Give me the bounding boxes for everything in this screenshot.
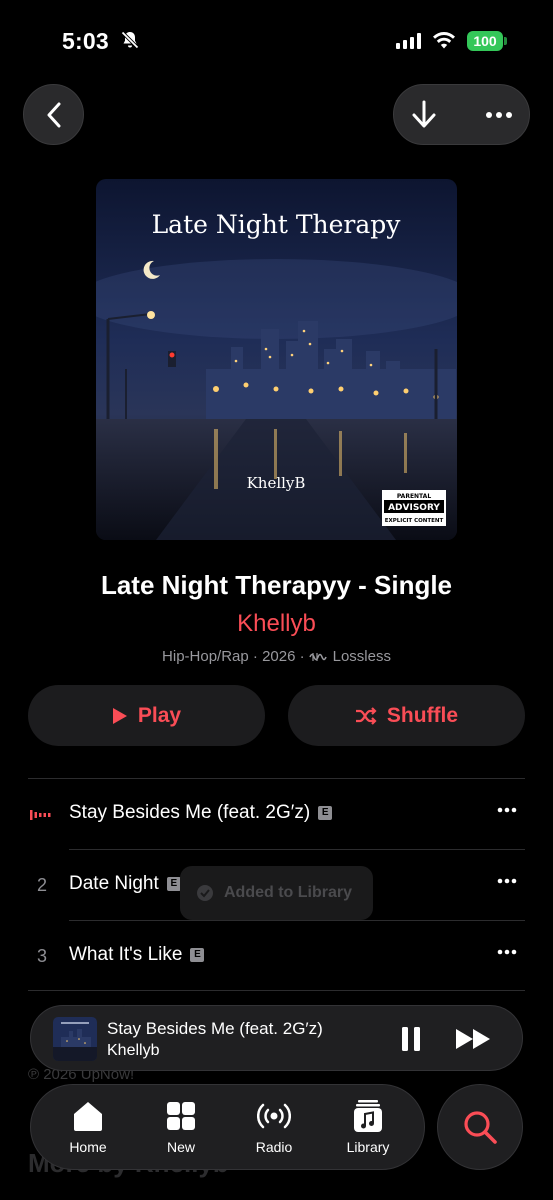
now-playing-icon xyxy=(30,810,51,820)
battery-level: 100 xyxy=(467,31,503,51)
track-title: Date Night E xyxy=(69,873,181,895)
back-button[interactable] xyxy=(23,84,84,145)
track-number: 3 xyxy=(36,946,47,966)
grid-icon xyxy=(167,1102,195,1130)
checkmark-circle-icon xyxy=(197,885,213,901)
shuffle-icon xyxy=(355,706,377,725)
track-more-icon[interactable] xyxy=(497,878,517,884)
search-icon xyxy=(464,1111,497,1144)
shuffle-button[interactable]: Shuffle xyxy=(288,685,525,746)
divider xyxy=(28,778,525,779)
svg-text:PARENTAL: PARENTAL xyxy=(397,493,432,500)
chevron-left-icon xyxy=(47,102,60,127)
home-icon xyxy=(74,1102,102,1131)
more-options-icon[interactable] xyxy=(482,105,516,125)
top-actions-pill xyxy=(393,84,530,145)
divider xyxy=(69,920,525,921)
tab-new[interactable]: New xyxy=(141,1099,221,1155)
silent-bell-icon xyxy=(121,31,139,49)
search-button[interactable] xyxy=(437,1084,523,1170)
toast-text: Added to Library xyxy=(224,884,353,901)
album-title: Late Night Therapyy - Single xyxy=(100,570,453,600)
battery-icon: 100 xyxy=(467,31,507,51)
artwork-artist-text: KhellyB xyxy=(247,474,306,492)
tab-home[interactable]: Home xyxy=(48,1099,128,1155)
track-title-text: Stay Besides Me (feat. 2G′z) xyxy=(69,802,311,823)
mini-player[interactable]: Stay Besides Me (feat. 2G′z) Khellyb xyxy=(30,1005,523,1071)
artwork-title-text: Late Night Therapy xyxy=(152,210,402,239)
mini-player-title: Stay Besides Me (feat. 2G′z) xyxy=(107,1019,323,1038)
track-more-icon[interactable] xyxy=(497,807,517,813)
play-label: Play xyxy=(137,703,182,727)
explicit-badge: E xyxy=(166,877,181,891)
tab-library[interactable]: Library xyxy=(328,1099,408,1155)
cellular-signal-icon xyxy=(396,33,421,49)
tab-radio[interactable]: Radio xyxy=(234,1099,314,1155)
album-meta: Hip-Hop/Rap · 2026 · Lossless xyxy=(0,648,553,665)
svg-text:EXPLICIT CONTENT: EXPLICIT CONTENT xyxy=(385,518,444,524)
mini-player-artwork xyxy=(53,1017,97,1061)
tab-bar: Home New Radio Library xyxy=(30,1084,425,1170)
play-button[interactable]: Play xyxy=(28,685,265,746)
download-icon[interactable] xyxy=(408,99,440,131)
album-artist-link[interactable]: Khellyb xyxy=(0,610,553,638)
shuffle-label: Shuffle xyxy=(386,703,459,727)
play-icon xyxy=(112,707,127,724)
track-more-icon[interactable] xyxy=(497,949,517,955)
status-time: 5:03 xyxy=(62,28,109,54)
explicit-badge: E xyxy=(318,806,333,820)
track-title: Stay Besides Me (feat. 2G′z) E xyxy=(69,802,333,824)
library-icon xyxy=(354,1100,382,1132)
track-title-text: Date Night xyxy=(69,873,159,894)
quality-label: Lossless xyxy=(332,648,391,665)
wifi-icon xyxy=(433,32,455,49)
tab-label: Library xyxy=(346,1139,390,1155)
parental-advisory-label: PARENTAL ADVISORY EXPLICIT CONTENT xyxy=(382,490,446,526)
pause-icon[interactable] xyxy=(401,1026,421,1052)
tab-label: New xyxy=(166,1139,195,1155)
added-to-library-toast: Added to Library xyxy=(180,866,373,920)
radio-icon xyxy=(257,1103,291,1129)
lossless-icon xyxy=(308,652,327,661)
track-row-1[interactable]: Stay Besides Me (feat. 2G′z) E xyxy=(28,780,525,850)
track-number: 2 xyxy=(36,875,47,895)
genre-year: Hip-Hop/Rap · 2026 · xyxy=(162,648,305,665)
track-title-text: What It's Like xyxy=(69,944,183,965)
mini-player-artist: Khellyb xyxy=(107,1042,160,1059)
tab-label: Radio xyxy=(255,1139,293,1155)
tab-label: Home xyxy=(69,1139,107,1155)
explicit-badge: E xyxy=(190,948,205,962)
status-bar: 5:03 100 xyxy=(0,0,553,80)
divider xyxy=(28,990,525,991)
svg-text:ADVISORY: ADVISORY xyxy=(388,503,440,513)
fast-forward-icon[interactable] xyxy=(455,1026,493,1052)
album-artwork: Late Night Therapy KhellyB PARENTAL ADVI… xyxy=(96,179,457,540)
divider xyxy=(69,849,525,850)
track-row-3[interactable]: 3 What It's Like E xyxy=(28,922,525,992)
track-title: What It's Like E xyxy=(69,944,205,966)
